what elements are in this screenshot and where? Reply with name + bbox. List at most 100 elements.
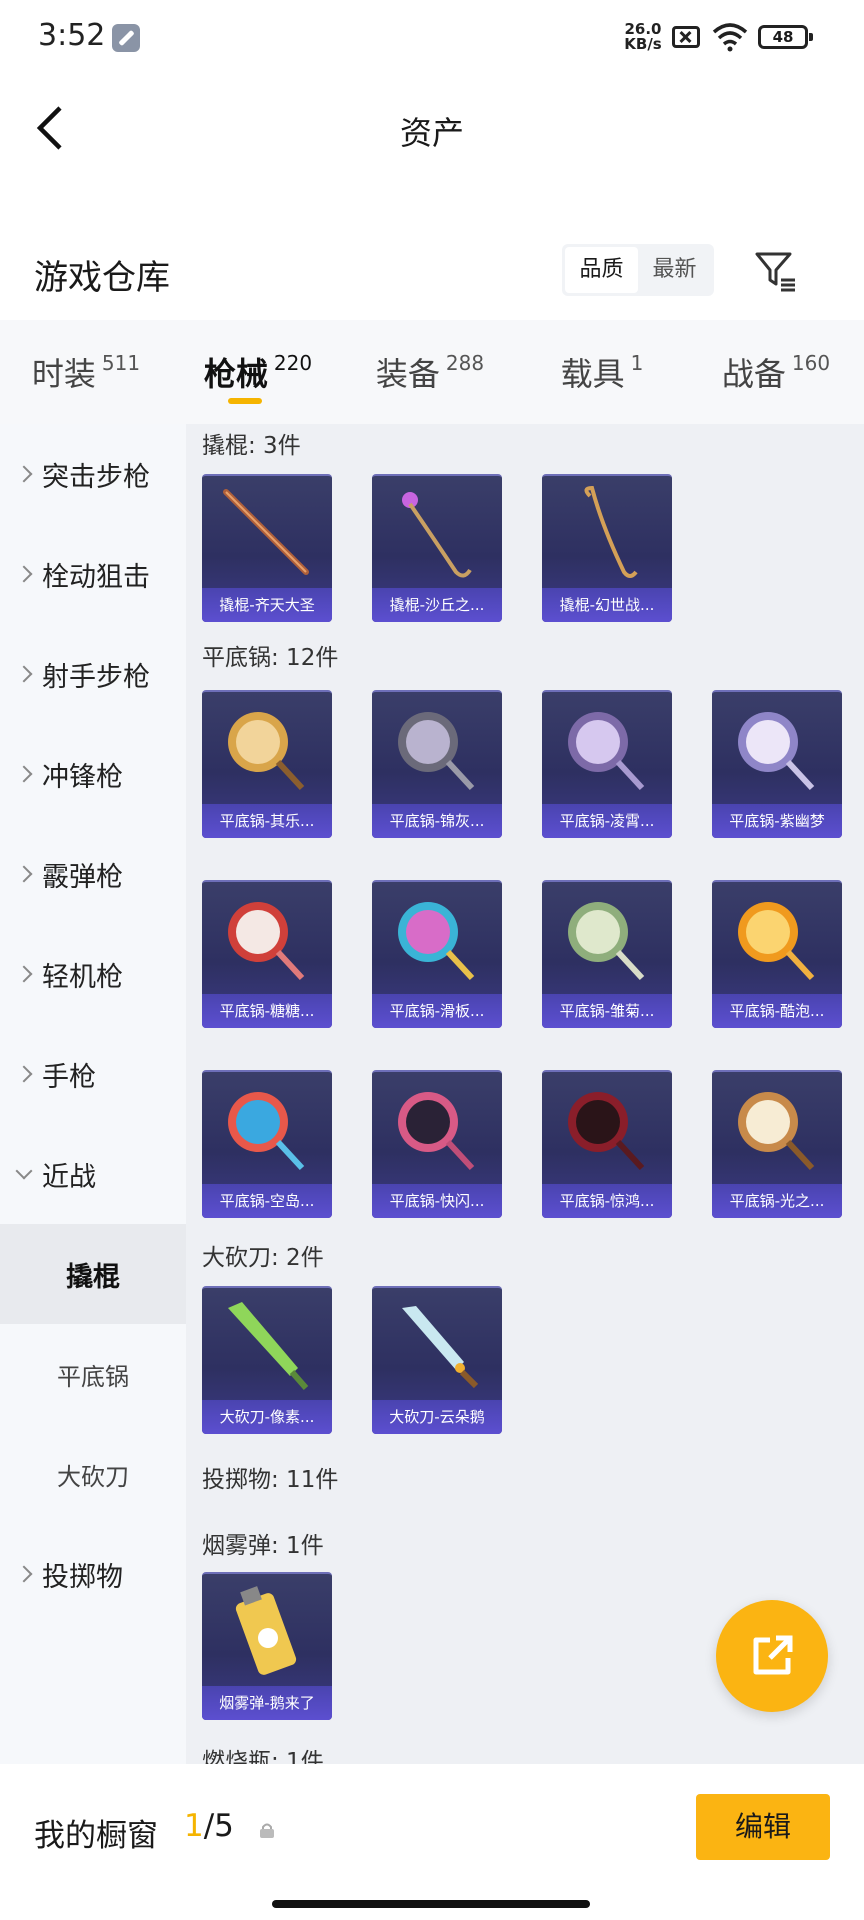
crowbar-art [223, 489, 309, 575]
pan-art [738, 902, 815, 981]
chevron-right-icon [15, 865, 33, 883]
tab-label: 载具 [560, 355, 625, 393]
pan-art [228, 712, 305, 791]
item-card[interactable]: 平底锅-紫幽梦 [712, 690, 842, 838]
tab-firearms[interactable]: 枪械 220 [172, 320, 344, 424]
item-card[interactable]: 平底锅-酷泡... [712, 880, 842, 1028]
item-name: 平底锅-快闪... [372, 1184, 502, 1218]
pan-art [228, 1092, 305, 1171]
item-card[interactable]: 平底锅-光之... [712, 1070, 842, 1218]
tab-count: 1 [630, 351, 644, 375]
item-name: 平底锅-糖糖... [202, 994, 332, 1028]
item-name: 平底锅-雏菊... [542, 994, 672, 1028]
tab-fashion[interactable]: 时装 511 [0, 320, 172, 424]
item-card[interactable]: 撬棍-齐天大圣 [202, 474, 332, 622]
sidebar-item-smg[interactable]: 冲锋枪 [0, 724, 186, 824]
sort-by-quality[interactable]: 品质 [565, 247, 638, 293]
sidebar-item-lmg[interactable]: 轻机枪 [0, 924, 186, 1024]
item-card[interactable]: 平底锅-凌霄... [542, 690, 672, 838]
tab-equipment[interactable]: 装备 288 [344, 320, 516, 424]
sidebar-item-melee[interactable]: 近战 [0, 1124, 186, 1224]
sim-icon [672, 26, 700, 48]
item-name: 大砍刀-云朵鹅 [372, 1400, 502, 1434]
item-name: 平底锅-其乐... [202, 804, 332, 838]
pan-art [738, 1092, 815, 1171]
item-name: 平底锅-酷泡... [712, 994, 842, 1028]
sidebar-item-bolt-sniper[interactable]: 栓动狙击 [0, 524, 186, 624]
machete-art [402, 1306, 479, 1389]
item-card[interactable]: 平底锅-雏菊... [542, 880, 672, 1028]
category-tabs: 时装 511 枪械 220 装备 288 载具 1 战备 160 [0, 320, 864, 424]
weapon-type-sidebar: 突击步枪 栓动狙击 射手步枪 冲锋枪 霰弹枪 轻机枪 手枪 近战 撬棍 平底锅 … [0, 424, 186, 1764]
chevron-right-icon [15, 565, 33, 583]
sidebar-item-label: 栓动狙击 [42, 561, 150, 593]
sidebar-subitem-machete[interactable]: 大砍刀 [0, 1424, 186, 1524]
item-card[interactable]: 平底锅-快闪... [372, 1070, 502, 1218]
item-name: 撬棍-幻世战... [542, 588, 672, 622]
sidebar-subitem-crowbar[interactable]: 撬棍 [0, 1224, 186, 1324]
pan-art [228, 902, 305, 981]
chevron-right-icon [15, 765, 33, 783]
sidebar-item-label: 手枪 [42, 1061, 96, 1093]
chevron-right-icon [15, 1065, 33, 1083]
item-card[interactable]: 平底锅-惊鸿... [542, 1070, 672, 1218]
item-card[interactable]: 撬棍-沙丘之... [372, 474, 502, 622]
tab-label: 枪械 [203, 355, 268, 393]
battery-indicator: 48 [758, 25, 813, 49]
pan-art [738, 712, 815, 791]
group-label-molotov: 燃烧瓶: 1件 [202, 1749, 324, 1764]
pan-art [568, 712, 645, 791]
net-speed: 26.0 KB/s [622, 22, 664, 52]
sidebar-item-shotgun[interactable]: 霰弹枪 [0, 824, 186, 924]
sidebar-item-label: 射手步枪 [42, 661, 150, 693]
tab-vehicles[interactable]: 载具 1 [516, 320, 688, 424]
item-name: 撬棍-沙丘之... [372, 588, 502, 622]
item-card[interactable]: 平底锅-锦灰... [372, 690, 502, 838]
sidebar-item-label: 轻机枪 [42, 961, 123, 993]
item-card[interactable]: 平底锅-滑板... [372, 880, 502, 1028]
sidebar-item-throwable[interactable]: 投掷物 [0, 1524, 186, 1624]
sidebar-item-pistol[interactable]: 手枪 [0, 1024, 186, 1124]
item-name: 平底锅-紫幽梦 [712, 804, 842, 838]
wrench-icon [112, 24, 140, 52]
tab-count: 220 [273, 351, 313, 375]
sidebar-item-assault-rifle[interactable]: 突击步枪 [0, 424, 186, 524]
chevron-right-icon [15, 1565, 33, 1583]
status-bar: 3:52 26.0 KB/s 48 [0, 0, 864, 76]
share-button[interactable] [716, 1600, 828, 1712]
sidebar-item-marksman-rifle[interactable]: 射手步枪 [0, 624, 186, 724]
sidebar-item-label: 投掷物 [42, 1561, 123, 1593]
wifi-icon [712, 23, 748, 52]
tab-battle-prep[interactable]: 战备 160 [688, 320, 864, 424]
crowbar-art [584, 485, 638, 578]
group-label-pan: 平底锅: 12件 [202, 645, 339, 671]
item-card[interactable]: 烟雾弹-鹅来了 [202, 1572, 332, 1720]
sort-by-newest[interactable]: 最新 [638, 247, 711, 293]
active-tab-indicator [228, 398, 262, 404]
chevron-down-icon [15, 1162, 33, 1180]
status-time: 3:52 [38, 18, 106, 53]
tab-count: 160 [791, 351, 831, 375]
pan-art [568, 902, 645, 981]
home-indicator [272, 1900, 590, 1908]
filter-icon[interactable] [754, 250, 798, 294]
edit-button[interactable]: 编辑 [696, 1794, 830, 1860]
item-card[interactable]: 平底锅-空岛... [202, 1070, 332, 1218]
tab-label: 装备 [375, 355, 440, 393]
assets-screen: { "status_bar": { "time": "3:52", "net_s… [0, 0, 864, 1920]
item-card[interactable]: 平底锅-糖糖... [202, 880, 332, 1028]
item-name: 平底锅-凌霄... [542, 804, 672, 838]
item-grid: 撬棍: 3件 撬棍-齐天大圣 撬棍-沙丘之... 撬棍-幻世战... 平底锅: … [186, 424, 864, 1764]
chevron-right-icon [15, 965, 33, 983]
sidebar-subitem-pan[interactable]: 平底锅 [0, 1324, 186, 1424]
item-card[interactable]: 大砍刀-像素... [202, 1286, 332, 1434]
item-card[interactable]: 平底锅-其乐... [202, 690, 332, 838]
machete-art [228, 1302, 309, 1390]
chevron-right-icon [15, 465, 33, 483]
sort-toggle: 品质 最新 [562, 244, 714, 296]
sidebar-item-label: 霰弹枪 [42, 861, 123, 893]
item-card[interactable]: 撬棍-幻世战... [542, 474, 672, 622]
item-card[interactable]: 大砍刀-云朵鹅 [372, 1286, 502, 1434]
item-name: 大砍刀-像素... [202, 1400, 332, 1434]
net-speed-unit: KB/s [624, 35, 662, 53]
